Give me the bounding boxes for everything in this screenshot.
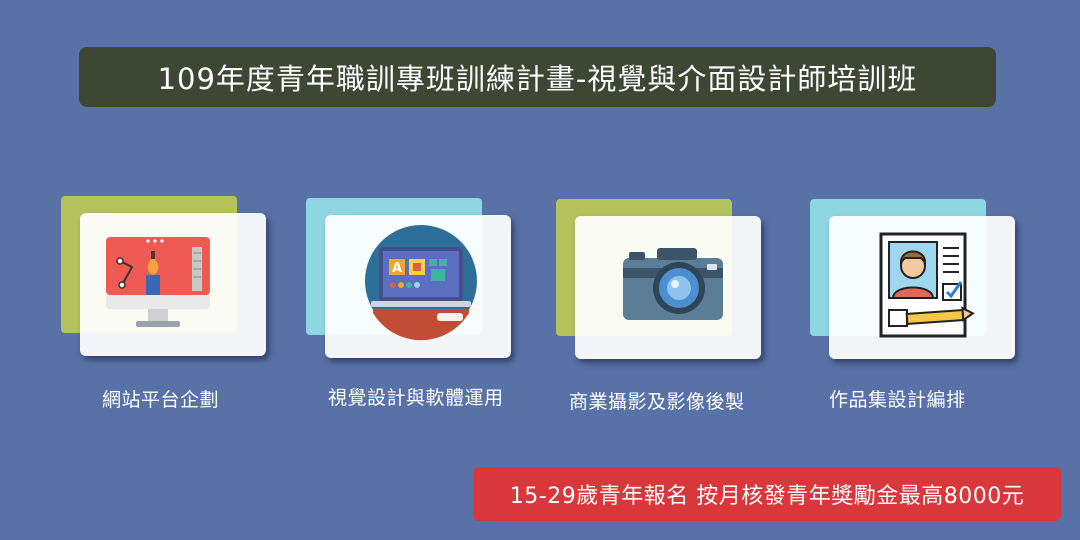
course-label-visual-design: 視覺設計與軟體運用 (328, 387, 504, 409)
course-label-photography: 商業攝影及影像後製 (569, 391, 745, 413)
course-card-visual-design: A (306, 198, 511, 360)
enrollment-cta-text: 15-29歲青年報名 按月核發青年獎勵金最高8000元 (509, 484, 1025, 509)
course-card-photography (556, 199, 761, 361)
svg-text:A: A (392, 261, 402, 276)
enrollment-cta-banner: 15-29歲青年報名 按月核發青年獎勵金最高8000元 (473, 467, 1061, 521)
course-card-portfolio (810, 199, 1015, 361)
portfolio-profile-icon (863, 226, 983, 346)
page-title-banner: 109年度青年職訓專班訓練計畫-視覺與介面設計師培訓班 (79, 47, 996, 107)
card-panel (575, 216, 761, 359)
page-title: 109年度青年職訓專班訓練計畫-視覺與介面設計師培訓班 (157, 62, 918, 96)
camera-icon (613, 224, 733, 344)
card-panel (80, 213, 266, 356)
card-panel: A (325, 215, 511, 358)
web-design-monitor-icon (98, 227, 218, 347)
card-panel (829, 216, 1015, 359)
course-card-web-planning (61, 196, 266, 358)
course-label-portfolio: 作品集設計編排 (829, 389, 966, 411)
design-software-laptop-icon: A (361, 221, 481, 341)
course-label-web-planning: 網站平台企劃 (102, 389, 220, 411)
